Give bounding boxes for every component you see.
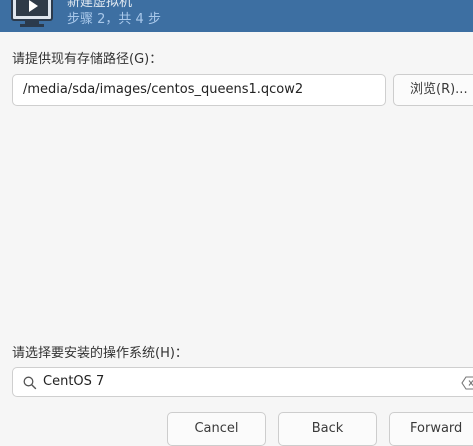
- storage-path-value: /media/sda/images/centos_queens1.qcow2: [23, 82, 304, 97]
- browse-button-label: 浏览(R)...: [410, 82, 468, 97]
- cancel-button-label: Cancel: [194, 421, 239, 436]
- wizard-header: 新建虚拟机 步骤 2，共 4 步: [0, 0, 473, 32]
- storage-path-label: 请提供现有存储路径(G)：: [12, 52, 163, 67]
- search-icon: [23, 376, 37, 390]
- back-button[interactable]: Back: [278, 412, 377, 446]
- monitor-play-icon: [11, 0, 53, 27]
- storage-path-input[interactable]: /media/sda/images/centos_queens1.qcow2: [12, 74, 386, 106]
- clear-text-icon[interactable]: [461, 376, 473, 390]
- back-button-label: Back: [311, 421, 344, 436]
- cancel-button[interactable]: Cancel: [167, 412, 266, 446]
- os-search-value: CentOS 7: [43, 374, 105, 389]
- os-search-input[interactable]: CentOS 7: [12, 367, 473, 397]
- os-select-label: 请选择要安装的操作系统(H)：: [12, 346, 188, 361]
- wizard-step-indicator: 步骤 2，共 4 步: [67, 12, 161, 27]
- forward-button[interactable]: Forward: [389, 412, 473, 446]
- forward-button-label: Forward: [410, 421, 463, 436]
- browse-button[interactable]: 浏览(R)...: [393, 74, 473, 106]
